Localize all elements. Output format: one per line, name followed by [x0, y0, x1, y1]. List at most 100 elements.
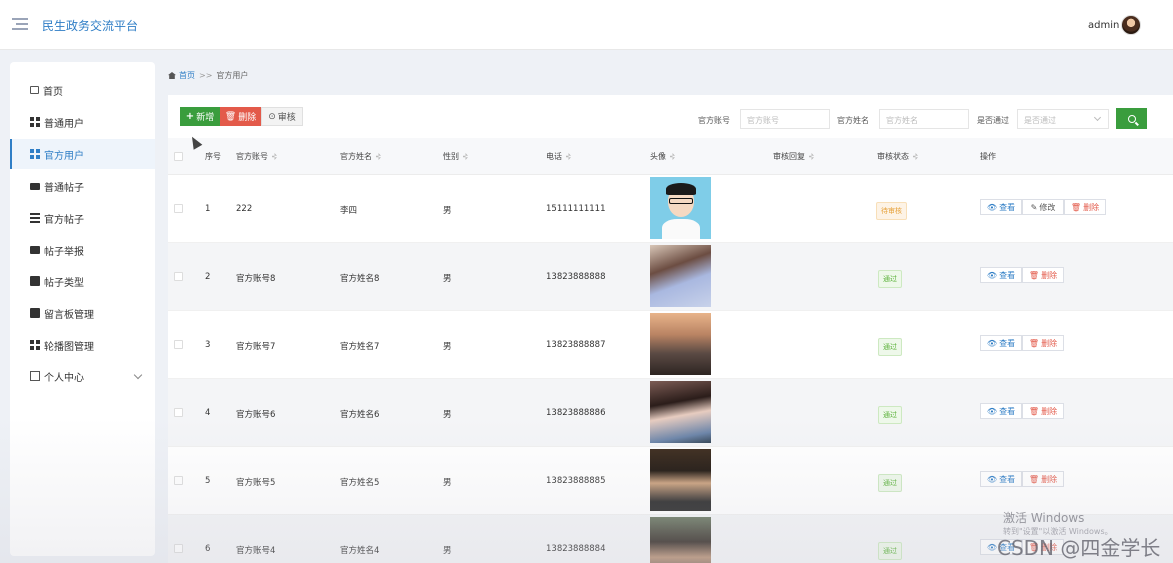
sidebar-item-label: 普通帖子 — [44, 182, 84, 194]
sidebar-item-official-users[interactable]: 官方用户 — [10, 139, 155, 169]
col-status-label: 审核状态 — [877, 152, 909, 161]
cell-phone: 13823888884 — [546, 544, 606, 554]
row-checkbox[interactable] — [174, 476, 183, 485]
name-filter-input[interactable]: 官方姓名 — [879, 109, 969, 129]
sidebar-item-label: 轮播图管理 — [44, 341, 94, 353]
cell-index: 6 — [205, 544, 211, 554]
edit-button[interactable]: ✎ 修改 — [1022, 199, 1064, 215]
sidebar-item-personal-center[interactable]: 个人中心 — [10, 361, 155, 391]
cell-account: 官方账号7 — [236, 342, 276, 352]
user-name[interactable]: admin — [1088, 20, 1119, 31]
delete-row-button[interactable]: 🗑 删除 — [1022, 335, 1064, 351]
row-checkbox[interactable] — [174, 204, 183, 213]
status-badge: 通过 — [878, 270, 902, 288]
breadcrumb-home[interactable]: 首页 — [179, 70, 195, 81]
sidebar-item-post-types[interactable]: 帖子类型 — [10, 266, 155, 296]
delete-label: 删除 — [1083, 202, 1100, 212]
col-avatar[interactable]: 头像 — [650, 151, 675, 162]
add-label: 新增 — [196, 113, 215, 123]
breadcrumb-separator: >> — [199, 71, 213, 80]
sidebar-item-normal-posts[interactable]: 普通帖子 — [10, 171, 155, 201]
lock-icon: ⊙ — [268, 111, 276, 122]
col-gender[interactable]: 性别 — [443, 151, 468, 162]
col-status[interactable]: 审核状态 — [877, 151, 918, 162]
grid-icon — [30, 149, 40, 159]
account-filter-input[interactable]: 官方账号 — [740, 109, 830, 129]
home-icon — [30, 86, 39, 94]
avatar-image — [650, 177, 711, 239]
breadcrumb-current: 官方用户 — [216, 71, 249, 80]
sidebar-item-label: 个人中心 — [44, 372, 84, 384]
view-label: 查看 — [999, 406, 1016, 416]
trash-icon: 🗑 — [224, 111, 237, 122]
table-row: 1 222 李四 男 15111111111 待审核 👁 查看 ✎ 修改 🗑 删除 — [168, 175, 1173, 243]
view-button[interactable]: 👁 查看 — [980, 471, 1022, 487]
delete-row-button[interactable]: 🗑 删除 — [1064, 199, 1106, 215]
add-button[interactable]: + 新增 — [180, 107, 220, 126]
sidebar-item-message-board[interactable]: 留言板管理 — [10, 298, 155, 328]
delete-button[interactable]: 🗑 删除 — [220, 107, 261, 126]
table-row: 5 官方账号5 官方姓名5 男 13823888885 通过 👁 查看 🗑 删除 — [168, 447, 1173, 515]
eye-icon: 👁 — [986, 474, 998, 484]
cell-gender: 男 — [443, 206, 452, 216]
table-row: 3 官方账号7 官方姓名7 男 13823888887 通过 👁 查看 🗑 删除 — [168, 311, 1173, 379]
avatar[interactable] — [1121, 15, 1141, 35]
menu-toggle-icon[interactable] — [12, 18, 28, 32]
col-phone[interactable]: 电话 — [546, 151, 571, 162]
status-badge: 通过 — [878, 406, 902, 424]
sort-icon — [463, 153, 468, 160]
main-panel: + 新增 🗑 删除 ⊙ 审核 官方账号 官方账号 官方姓名 官方姓名 是否通过 … — [168, 95, 1173, 563]
cell-index: 5 — [205, 476, 211, 486]
view-button[interactable]: 👁 查看 — [980, 199, 1022, 215]
chevron-down-icon — [1093, 113, 1102, 122]
delete-label: 删除 — [1041, 338, 1058, 348]
col-account-label: 官方账号 — [236, 152, 268, 161]
cell-phone: 13823888885 — [546, 476, 606, 486]
chevron-down-icon — [133, 370, 143, 380]
select-all-checkbox[interactable] — [174, 152, 183, 161]
view-button[interactable]: 👁 查看 — [980, 403, 1022, 419]
cell-index: 3 — [205, 340, 211, 350]
sidebar-item-carousel[interactable]: 轮播图管理 — [10, 330, 155, 360]
sidebar-item-home[interactable]: 首页 — [10, 75, 155, 105]
search-button[interactable] — [1116, 108, 1147, 129]
view-button[interactable]: 👁 查看 — [980, 335, 1022, 351]
sidebar-item-official-posts[interactable]: 官方帖子 — [10, 203, 155, 233]
cell-gender: 男 — [443, 546, 452, 556]
col-reply[interactable]: 审核回复 — [773, 151, 814, 162]
row-checkbox[interactable] — [174, 408, 183, 417]
sort-icon — [566, 153, 571, 160]
view-label: 查看 — [999, 202, 1016, 212]
sidebar-item-normal-users[interactable]: 普通用户 — [10, 107, 155, 137]
sort-icon — [913, 153, 918, 160]
cell-name: 李四 — [340, 206, 358, 216]
row-checkbox[interactable] — [174, 272, 183, 281]
sort-icon — [809, 153, 814, 160]
col-account[interactable]: 官方账号 — [236, 151, 277, 162]
sort-icon — [670, 153, 675, 160]
col-name-label: 官方姓名 — [340, 152, 372, 161]
row-checkbox[interactable] — [174, 544, 183, 553]
pass-filter-select[interactable]: 是否通过 — [1017, 109, 1109, 129]
cell-index: 2 — [205, 272, 211, 282]
delete-row-button[interactable]: 🗑 删除 — [1022, 267, 1064, 283]
delete-label: 删除 — [1041, 406, 1058, 416]
row-checkbox[interactable] — [174, 340, 183, 349]
audit-button[interactable]: ⊙ 审核 — [261, 107, 303, 126]
grid-icon — [30, 340, 40, 350]
delete-row-button[interactable]: 🗑 删除 — [1022, 471, 1064, 487]
col-name[interactable]: 官方姓名 — [340, 151, 381, 162]
eye-icon: 👁 — [986, 338, 998, 348]
view-button[interactable]: 👁 查看 — [980, 267, 1022, 283]
briefcase-icon — [30, 246, 40, 254]
sidebar: 首页 普通用户 官方用户 普通帖子 官方帖子 帖子举报 帖子类型 留言板管理 轮… — [10, 62, 155, 556]
cell-gender: 男 — [443, 478, 452, 488]
cell-account: 官方账号5 — [236, 478, 276, 488]
delete-row-button[interactable]: 🗑 删除 — [1022, 403, 1064, 419]
status-badge: 通过 — [878, 474, 902, 492]
sidebar-item-label: 首页 — [43, 86, 63, 98]
sidebar-item-post-reports[interactable]: 帖子举报 — [10, 235, 155, 265]
activate-windows-text: 激活 Windows — [1003, 511, 1085, 525]
cell-gender: 男 — [443, 410, 452, 420]
cell-phone: 15111111111 — [546, 204, 606, 214]
